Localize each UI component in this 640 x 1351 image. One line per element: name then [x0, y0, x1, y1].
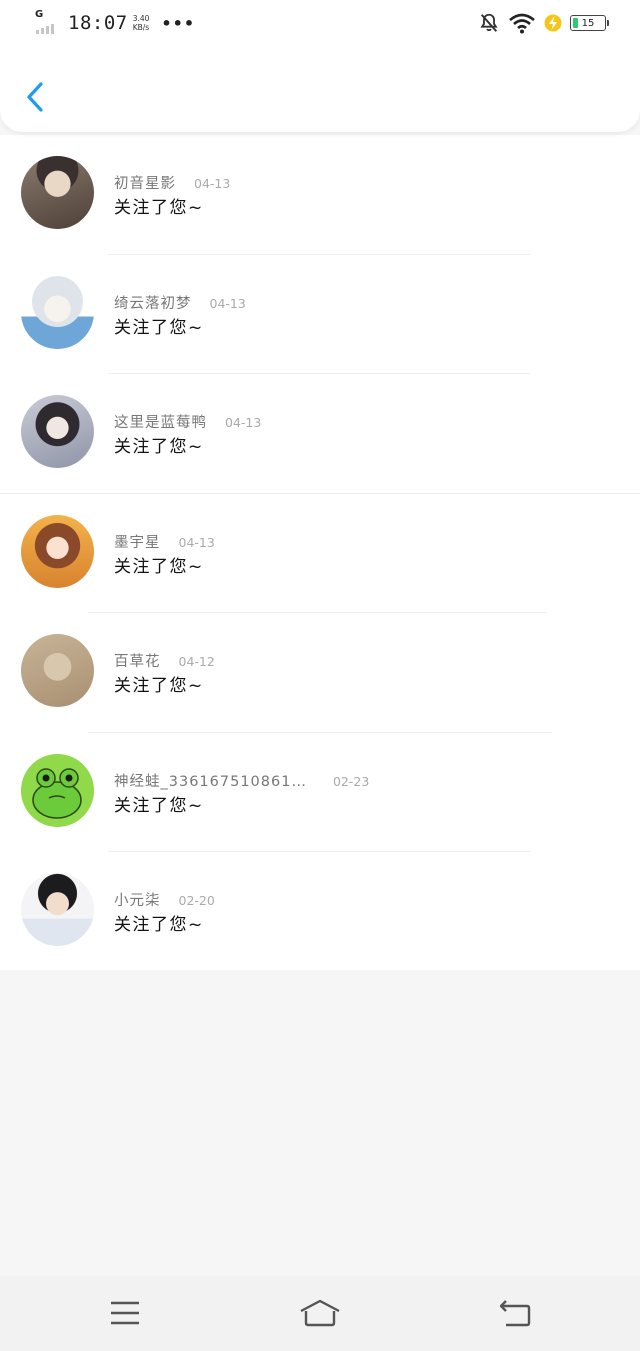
list-item[interactable]: 百草花 04-12 关注了您~	[0, 613, 640, 733]
battery-level: 15	[581, 17, 595, 29]
username[interactable]: 这里是蓝莓鸭	[114, 411, 207, 432]
notification-message: 关注了您~	[114, 676, 204, 696]
back-nav-button[interactable]	[495, 1296, 535, 1330]
list-item[interactable]: 神经蛙_336167510861… 02-23 关注了您~	[0, 733, 640, 852]
battery-icon: 15	[570, 15, 609, 31]
menu-button[interactable]	[105, 1296, 145, 1330]
signal-icon: G	[34, 9, 64, 36]
network-speed: 3.40 KB/s	[132, 14, 150, 32]
timestamp: 02-20	[178, 893, 215, 908]
more-notifications-indicator: •••	[161, 13, 196, 33]
clock: 18:07	[68, 12, 128, 34]
list-item[interactable]: 绮云落初梦 04-13 关注了您~	[0, 255, 640, 374]
avatar[interactable]	[21, 395, 94, 468]
notification-message: 关注了您~	[114, 198, 204, 218]
notification-message: 关注了您~	[114, 556, 204, 577]
home-icon	[300, 1299, 340, 1327]
username[interactable]: 初音星影	[114, 172, 176, 193]
notification-message: 关注了您~	[114, 317, 204, 338]
avatar[interactable]	[21, 873, 94, 946]
back-button[interactable]	[20, 80, 50, 114]
back-icon	[499, 1300, 531, 1327]
follower-notification-list: 初音星影 04-13 关注了您~ 绮云落初梦 04-13 关注了您~ 这里是蓝莓…	[0, 135, 640, 970]
avatar[interactable]	[21, 753, 94, 827]
timestamp: 02-23	[332, 773, 370, 789]
username[interactable]: 百草花	[114, 650, 161, 671]
timestamp: 04-13	[209, 295, 246, 311]
home-button[interactable]	[296, 1296, 344, 1330]
username[interactable]: 神经蛙_336167510861…	[114, 770, 307, 791]
notification-message: 关注了您~	[114, 915, 204, 935]
username[interactable]: 绮云落初梦	[114, 292, 192, 313]
avatar[interactable]	[21, 156, 94, 229]
frog-avatar-icon	[32, 767, 82, 819]
list-item[interactable]: 这里是蓝莓鸭 04-13 关注了您~	[0, 374, 640, 494]
username[interactable]: 墨宇星	[114, 531, 161, 552]
list-item[interactable]: 小元柒 02-20 关注了您~	[0, 852, 640, 972]
username[interactable]: 小元柒	[114, 889, 161, 910]
status-bar: G 18:07 3.40 KB/s ••• 15	[0, 0, 640, 50]
timestamp: 04-13	[194, 176, 231, 191]
timestamp: 04-13	[225, 415, 262, 430]
wifi-icon	[509, 13, 535, 34]
notification-message: 关注了您~	[114, 795, 204, 816]
avatar[interactable]	[21, 275, 94, 349]
notification-message: 关注了您~	[114, 437, 204, 457]
chevron-left-icon	[27, 82, 43, 112]
system-navigation-bar	[0, 1276, 640, 1351]
list-item[interactable]: 初音星影 04-13 关注了您~	[0, 135, 640, 255]
list-item[interactable]: 墨宇星 04-13 关注了您~	[0, 494, 640, 613]
avatar[interactable]	[21, 634, 94, 707]
menu-icon	[111, 1301, 139, 1325]
timestamp: 04-12	[178, 654, 215, 669]
charging-icon	[544, 14, 562, 32]
timestamp: 04-13	[178, 534, 215, 550]
bell-off-icon	[480, 13, 498, 32]
avatar[interactable]	[21, 514, 94, 588]
network-type: G	[35, 9, 44, 20]
